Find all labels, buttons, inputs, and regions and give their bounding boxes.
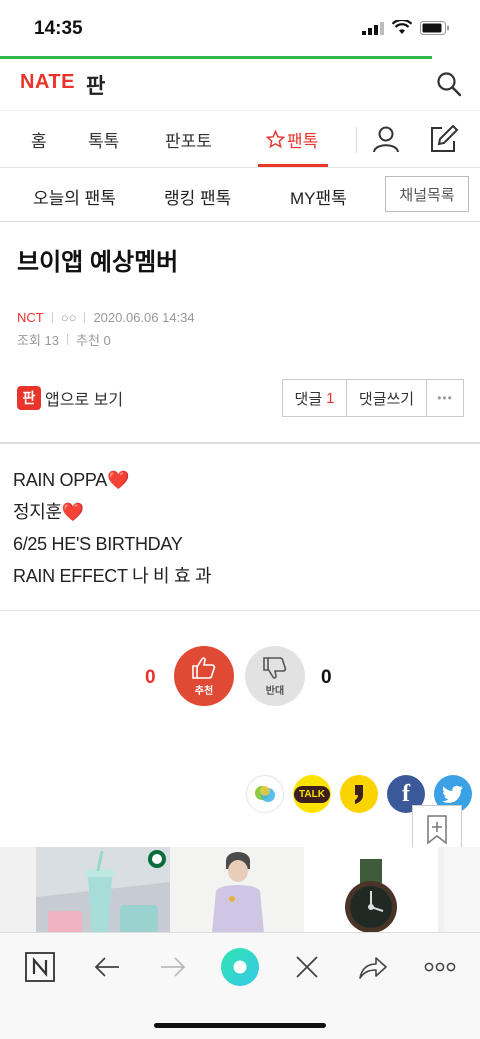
signal-icon: [362, 21, 384, 35]
nate-logo[interactable]: NATE: [20, 71, 75, 94]
write-button[interactable]: [428, 123, 460, 155]
downvote-count: 0: [321, 667, 332, 688]
kakaostory-icon: [355, 785, 363, 804]
watch-image: [304, 847, 438, 933]
post-content: RAIN OPPA❤️ 정지훈❤️ 6/25 HE'S BIRTHDAY RAI…: [13, 464, 212, 592]
center-menu-button[interactable]: [220, 947, 260, 987]
facebook-icon: f: [402, 780, 410, 807]
share-kakaostory-button[interactable]: [340, 775, 378, 813]
pann-app-icon: 판: [17, 386, 41, 410]
status-icons: [362, 20, 450, 35]
content-line: 6/25 HE'S BIRTHDAY: [13, 534, 183, 554]
post-title: 브이앱 예상멤버: [17, 249, 179, 276]
post-stats: 조회 13 추천 0: [17, 330, 111, 349]
product-card-partial[interactable]: [444, 847, 480, 933]
post-meta: NCT ○○ 2020.06.06 14:34: [17, 310, 195, 325]
comment-count: 1: [326, 389, 335, 407]
wifi-icon: [392, 20, 412, 34]
upvote-label: 추천: [194, 685, 214, 697]
home-indicator: [154, 1023, 326, 1028]
downvote-button[interactable]: 반대: [245, 646, 305, 706]
sub-nav: 오늘의 팬톡 랭킹 팬톡 MY팬톡 채널목록: [0, 168, 480, 222]
content-divider: [0, 610, 480, 611]
content-line: 정지훈❤️: [13, 502, 84, 522]
nate-n-icon: [25, 952, 55, 982]
share-kakaotalk-button[interactable]: TALK: [293, 775, 331, 813]
recommend-count: 추천 0: [76, 333, 111, 348]
more-button[interactable]: •••: [427, 380, 463, 416]
post-author-sub: ○○: [60, 310, 77, 325]
battery-icon: [420, 20, 449, 35]
product-card-sweatshirt[interactable]: [170, 847, 304, 933]
more-dots-icon: [424, 962, 456, 972]
thumbs-up-icon: [192, 656, 216, 679]
profile-button[interactable]: [370, 123, 402, 155]
star-icon: [266, 130, 285, 149]
subtab-today-fantalk[interactable]: 오늘의 팬톡: [33, 184, 116, 209]
more-menu-button[interactable]: [420, 947, 460, 987]
arrow-left-icon: [94, 957, 119, 977]
search-icon: [437, 72, 462, 97]
view-count: 조회 13: [17, 333, 59, 348]
comments-label: 댓글: [294, 390, 323, 408]
edit-icon: [431, 124, 459, 152]
upvote-count: 0: [145, 667, 156, 688]
tumbler-image: [36, 847, 170, 933]
product-card-tumbler[interactable]: [36, 847, 170, 933]
share-button[interactable]: [353, 947, 393, 987]
subtab-ranking-fantalk[interactable]: 랭킹 팬톡: [164, 184, 231, 209]
share-arrow-icon: [359, 957, 387, 979]
app-header: NATE 판: [0, 59, 480, 111]
nav-divider: [356, 127, 357, 153]
meta-divider: [84, 312, 86, 323]
post-author[interactable]: NCT: [17, 310, 44, 325]
comment-actions: 댓글 1 댓글쓰기 •••: [282, 379, 464, 417]
thumbs-down-icon: [263, 656, 287, 679]
twitter-icon: [442, 785, 463, 803]
upvote-button[interactable]: 추천: [174, 646, 234, 706]
arrow-right-icon: [161, 957, 186, 977]
forward-button[interactable]: [153, 947, 193, 987]
content-line: RAIN OPPA❤️: [13, 470, 130, 490]
close-icon: [296, 956, 318, 978]
tab-pann-photo[interactable]: 판포토: [165, 127, 212, 152]
post-datetime: 2020.06.06 14:34: [93, 310, 195, 325]
close-button[interactable]: [287, 947, 327, 987]
open-in-app-button[interactable]: 판 앱으로 보기: [17, 386, 123, 410]
active-tab-indicator: [258, 164, 328, 167]
tab-home[interactable]: 홈: [31, 127, 47, 152]
pann-logo[interactable]: 판: [86, 70, 105, 100]
status-time: 14:35: [34, 18, 83, 39]
circle-menu-icon: [221, 948, 259, 986]
downvote-label: 반대: [265, 685, 285, 697]
sweatshirt-model-image: [170, 847, 304, 933]
kakaotalk-icon: TALK: [294, 785, 330, 803]
content-divider: [0, 442, 480, 444]
write-comment-button[interactable]: 댓글쓰기: [347, 380, 427, 416]
channel-list-button[interactable]: 채널목록: [385, 176, 469, 212]
open-in-app-label: 앱으로 보기: [45, 392, 124, 409]
share-band-button[interactable]: [246, 775, 284, 813]
search-button[interactable]: [434, 69, 464, 99]
bookmark-add-icon: [427, 815, 447, 845]
tab-toktok[interactable]: 톡톡: [88, 127, 119, 152]
subtab-my-fantalk[interactable]: MY팬톡: [290, 184, 347, 209]
tab-fantalk[interactable]: 팬톡: [266, 127, 318, 152]
product-ad-strip: [0, 847, 480, 933]
meta-divider: [51, 312, 53, 323]
user-icon: [373, 126, 399, 153]
main-nav: 홈 톡톡 판포토 팬톡: [0, 111, 480, 168]
back-button[interactable]: [87, 947, 127, 987]
band-icon: [255, 786, 275, 802]
product-card-watch[interactable]: [304, 847, 438, 933]
status-bar: 14:35: [0, 0, 480, 56]
nate-home-button[interactable]: [20, 947, 60, 987]
meta-divider: [67, 334, 68, 345]
content-line: RAIN EFFECT 나 비 효 과: [13, 566, 212, 586]
tab-fantalk-label: 팬톡: [287, 132, 319, 151]
comments-button[interactable]: 댓글 1: [283, 380, 347, 416]
